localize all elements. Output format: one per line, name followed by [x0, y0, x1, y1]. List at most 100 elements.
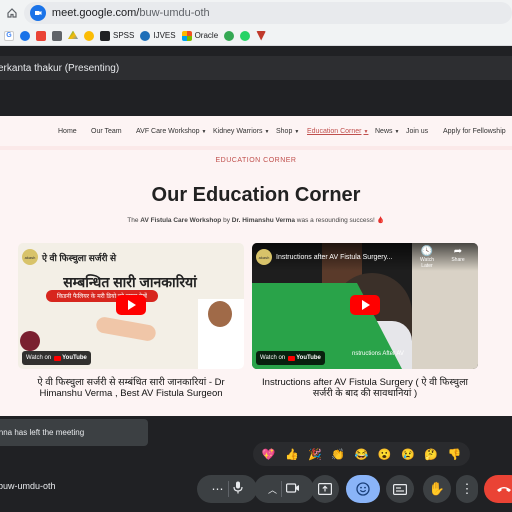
bookmark-4-icon: [52, 30, 62, 41]
hang-up-icon: [497, 487, 511, 492]
reaction-thumbs-down-icon[interactable]: 👎: [444, 448, 464, 461]
bookmark-10-icon: [224, 30, 235, 41]
reaction-clap-icon[interactable]: 👏: [328, 448, 348, 461]
bookmark-2-icon: [20, 30, 30, 41]
chevron-down-icon: ▼: [363, 128, 369, 135]
video-2-title: Instructions after AV Fistula Surgery...: [276, 253, 393, 261]
leave-call-button[interactable]: [484, 475, 512, 503]
present-screen-icon: [318, 483, 332, 495]
presenter-label: erkanta thakur (Presenting): [0, 62, 120, 74]
channel-avatar: akash: [256, 249, 272, 265]
chevron-down-icon: ▼: [294, 128, 300, 135]
kidney-graphic: [20, 331, 40, 351]
presenter-banner: erkanta thakur (Presenting): [0, 56, 512, 80]
header-divider: [0, 146, 512, 150]
reaction-party-icon[interactable]: 🎉: [305, 448, 325, 461]
bookmark-whatsapp[interactable]: [240, 30, 251, 41]
captions-button[interactable]: [386, 475, 414, 503]
clock-icon: 🕓: [420, 246, 434, 257]
bookmark-ijves[interactable]: IJVES: [140, 30, 176, 41]
participant-left-toast: inna has left the meeting: [0, 419, 148, 446]
nav-apply-fellowship: Apply for Fellowship: [443, 127, 506, 135]
video-1-header: akash ऐ वी फिस्चुला सर्जरी से: [18, 243, 244, 271]
subtitle: The AV Fistula Care Workshop by Dr. Hima…: [0, 216, 512, 224]
bookmark-10[interactable]: [224, 30, 235, 41]
watch-on-label: Watch on: [260, 355, 286, 361]
arm-graphic: [95, 315, 157, 343]
divider: [281, 481, 282, 497]
bookmark-12-icon: [256, 30, 267, 41]
bookmark-2[interactable]: [20, 30, 30, 41]
share-icon: ➦: [453, 246, 463, 257]
youtube-icon: YouTube: [288, 355, 321, 361]
reaction-thumbs-up-icon[interactable]: 👍: [282, 448, 302, 461]
google-icon: G: [4, 30, 14, 41]
microphone-icon[interactable]: [232, 481, 243, 497]
camera-icon[interactable]: [286, 482, 300, 496]
raise-hand-button[interactable]: ✋: [423, 475, 451, 503]
nav-avf-care-workshop: AVF Care Workshop ▼: [136, 128, 207, 135]
camera-control: ︿: [254, 475, 314, 503]
video-1-caption: ऐ वी फिस्चुला सर्जरी से सम्बंधित सारी जा…: [37, 377, 225, 399]
reaction-thinking-icon[interactable]: 🤔: [421, 448, 441, 461]
nav-kidney-warriors: Kidney Warriors ▼: [213, 128, 269, 135]
url-path: buw-umdu-oth: [139, 7, 210, 19]
nav-education-label: Education Corner: [307, 127, 362, 135]
reactions-button[interactable]: [346, 475, 380, 503]
reaction-heart-icon[interactable]: 💖: [259, 448, 279, 461]
watch-on-youtube-1: Watch on YouTube: [22, 351, 91, 365]
doctor-head-graphic: [208, 301, 232, 327]
reaction-sad-icon[interactable]: 😢: [398, 448, 418, 461]
bookmark-ijves-label: IJVES: [153, 31, 176, 40]
video-embed-2: nstructions After AV akash Instructions …: [252, 243, 478, 369]
youtube-icon: YouTube: [54, 355, 87, 361]
more-options-icon[interactable]: ⋯: [212, 482, 224, 496]
more-vertical-icon: ⋮: [460, 481, 474, 496]
captions-icon: [393, 483, 407, 495]
play-button-2: [350, 295, 380, 315]
nav-news: News ▼: [375, 128, 399, 135]
reaction-laugh-icon[interactable]: 😂: [351, 448, 371, 461]
more-options-button[interactable]: ⋮: [456, 475, 478, 503]
video-2-header: akash Instructions after AV Fistula Surg…: [252, 243, 478, 271]
toast-text: inna has left the meeting: [0, 428, 85, 437]
watch-later-label: Watch Later: [420, 257, 434, 269]
chevron-up-icon[interactable]: ︿: [268, 483, 277, 496]
bookmark-oracle[interactable]: Oracle: [181, 30, 218, 41]
drive-icon: [68, 30, 78, 39]
bookmark-drive[interactable]: [68, 30, 78, 41]
share-label: Share: [451, 257, 465, 263]
shared-screen: Home Our Team AVF Care Workshop ▼ Kidney …: [0, 116, 512, 416]
site-info-icon[interactable]: [29, 5, 46, 21]
globe-icon: [140, 30, 151, 41]
subtitle-mid: by: [221, 217, 232, 224]
bookmark-google[interactable]: G: [4, 30, 14, 41]
watch-on-label: Watch on: [26, 355, 52, 361]
page-title: Our Education Corner: [151, 184, 361, 206]
bookmark-3-icon: [36, 30, 46, 41]
meeting-code: buw-umdu-oth: [0, 481, 56, 491]
url-host: meet.google.com/: [51, 7, 140, 19]
reaction-surprised-icon[interactable]: 😮: [375, 448, 395, 461]
whatsapp-icon: [240, 30, 251, 41]
address-field[interactable]: meet.google.com/buw-umdu-oth: [23, 2, 512, 24]
emoji-icon: [356, 482, 370, 496]
share-control: ➦ Share: [446, 246, 470, 264]
bookmark-3[interactable]: [36, 30, 46, 41]
divider: [227, 481, 229, 497]
home-icon[interactable]: [2, 3, 22, 23]
site-nav: Home Our Team AVF Care Workshop ▼ Kidney …: [0, 124, 512, 138]
bookmark-4[interactable]: [52, 30, 62, 41]
bookmark-spss[interactable]: SPSS: [100, 30, 134, 41]
watch-later-control: 🕓 Watch Later: [415, 246, 439, 270]
subtitle-doctor: Dr. Himanshu Verma: [231, 217, 295, 224]
browser-url-bar: meet.google.com/buw-umdu-oth: [0, 0, 512, 26]
present-button[interactable]: [311, 475, 339, 503]
nav-kidney-label: Kidney Warriors: [213, 127, 263, 135]
bookmark-12[interactable]: [256, 30, 267, 41]
oracle-icon: [181, 30, 192, 41]
bookmark-6[interactable]: [84, 30, 94, 41]
chevron-down-icon: ▼: [201, 128, 207, 135]
microphone-control: ⋯: [197, 475, 257, 503]
play-button-1: [116, 295, 146, 315]
